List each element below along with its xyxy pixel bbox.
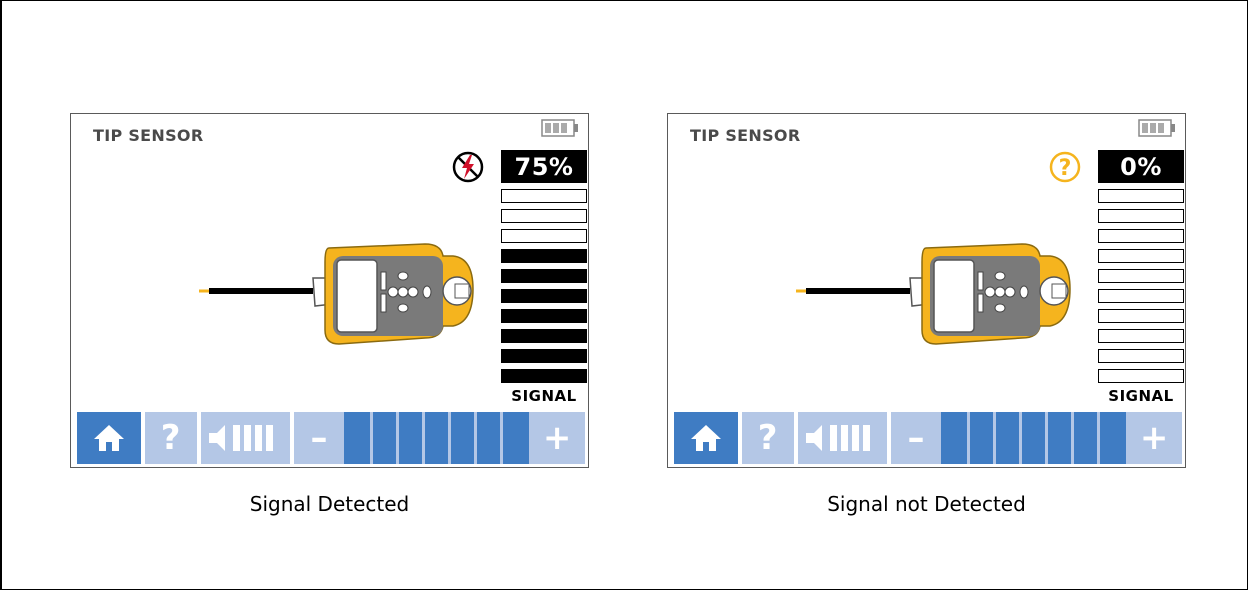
help-button[interactable]: ? [741, 412, 794, 464]
signal-bar [1098, 289, 1184, 303]
level-segment [347, 412, 373, 464]
signal-bar [1098, 229, 1184, 243]
signal-bar [501, 309, 587, 323]
volume-icon [806, 425, 871, 451]
level-segment [477, 412, 504, 464]
level-segment [1022, 412, 1049, 464]
home-icon [690, 425, 721, 451]
signal-bar [1098, 329, 1184, 343]
help-button[interactable]: ? [144, 412, 197, 464]
level-segment [503, 412, 526, 464]
signal-bar [501, 189, 587, 203]
level-segment [399, 412, 426, 464]
level-segment [373, 412, 400, 464]
svg-text:?: ? [1059, 156, 1072, 181]
signal-percent: 75% [501, 150, 587, 183]
volume-icon [209, 425, 274, 451]
increase-button[interactable]: + [1126, 412, 1182, 464]
home-button[interactable] [77, 412, 141, 464]
bottom-toolbar: ? – + [77, 412, 585, 464]
level-segment [451, 412, 478, 464]
signal-label: SIGNAL [511, 387, 577, 405]
level-slider[interactable] [343, 412, 530, 464]
signal-bar [1098, 209, 1184, 223]
signal-bar [1098, 249, 1184, 263]
signal-bar [501, 229, 587, 243]
level-slider[interactable] [940, 412, 1127, 464]
tester-device-illustration [199, 243, 474, 345]
signal-bar [501, 249, 587, 263]
signal-bar [501, 329, 587, 343]
caption-signal-detected: Signal Detected [249, 492, 410, 516]
signal-bar [501, 209, 587, 223]
increase-button[interactable]: + [529, 412, 585, 464]
question-circle-icon: ? [1049, 151, 1081, 183]
signal-label: SIGNAL [1108, 387, 1174, 405]
no-voltage-icon [452, 151, 484, 183]
battery-icon [1138, 119, 1175, 137]
battery-icon [541, 119, 578, 137]
volume-button[interactable] [200, 412, 291, 464]
caption-signal-not-detected: Signal not Detected [827, 492, 1026, 516]
bottom-toolbar: ? – + [674, 412, 1182, 464]
signal-bar [1098, 349, 1184, 363]
signal-bar [501, 269, 587, 283]
signal-bars [501, 189, 587, 389]
home-button[interactable] [674, 412, 738, 464]
screen-signal-not-detected: TIP SENSOR ? 0% SIGNAL ? – + [667, 113, 1186, 468]
decrease-button[interactable]: – [294, 412, 344, 464]
level-segment [970, 412, 997, 464]
home-icon [93, 425, 124, 451]
volume-button[interactable] [797, 412, 888, 464]
decrease-button[interactable]: – [891, 412, 941, 464]
level-segment [1074, 412, 1101, 464]
signal-bar [1098, 269, 1184, 283]
level-segment [996, 412, 1023, 464]
signal-bar [501, 349, 587, 363]
level-segment [425, 412, 452, 464]
signal-bar [1098, 369, 1184, 383]
signal-bar [1098, 309, 1184, 323]
level-segment [944, 412, 970, 464]
screen-signal-detected: TIP SENSOR 75% SIGNAL ? – + [70, 113, 589, 468]
signal-bar [501, 289, 587, 303]
signal-percent: 0% [1098, 150, 1184, 183]
signal-bars [1098, 189, 1184, 389]
tester-device-illustration [796, 243, 1071, 345]
screen-title: TIP SENSOR [690, 126, 801, 145]
signal-bar [1098, 189, 1184, 203]
signal-bar [501, 369, 587, 383]
level-segment [1100, 412, 1123, 464]
level-segment [1048, 412, 1075, 464]
screen-title: TIP SENSOR [93, 126, 204, 145]
